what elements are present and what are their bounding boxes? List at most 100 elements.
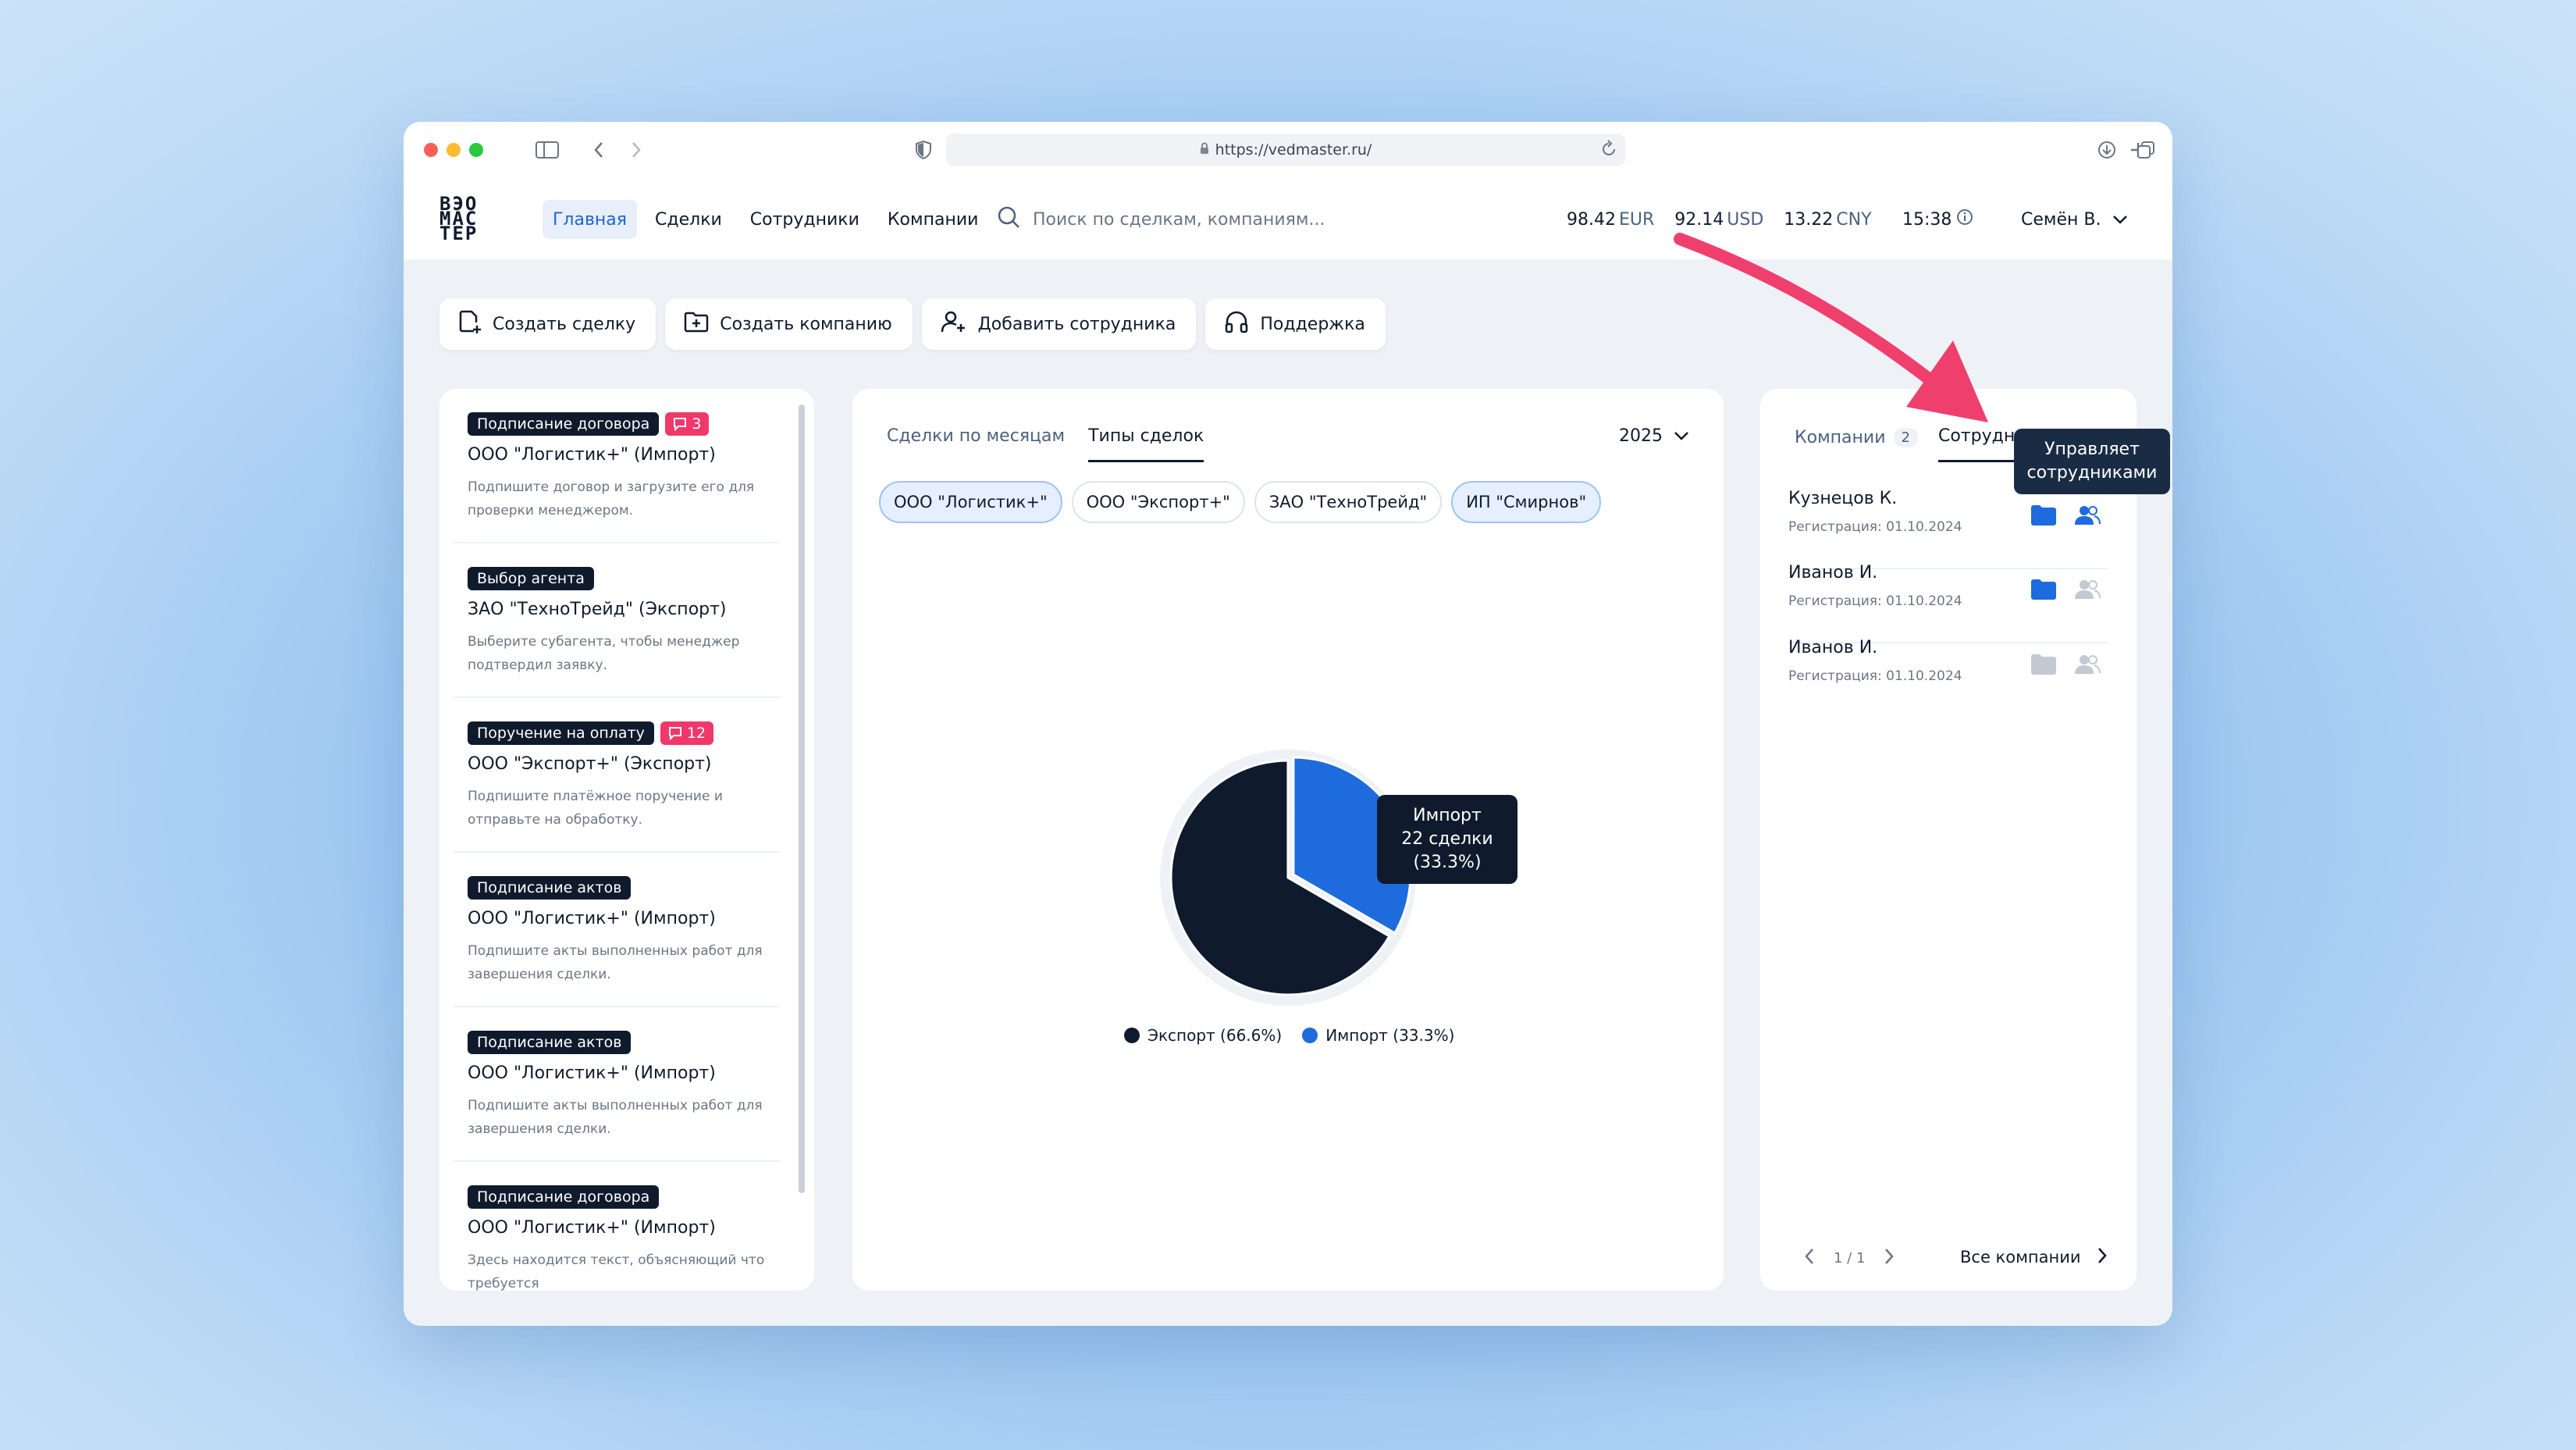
task-tag: Выбор агента <box>468 567 594 590</box>
chevron-down-icon <box>2112 210 2128 230</box>
rate-eur: 98.42 EUR <box>1567 209 1655 230</box>
manage-employees-tooltip: Управляет сотрудниками <box>2014 429 2170 494</box>
task-title: ЗАО "ТехноТрейд" (Экспорт) <box>468 600 727 619</box>
task-description: Подпишите договор и загрузите его для пр… <box>468 479 755 518</box>
task-card[interactable]: Выбор агента ЗАО "ТехноТрейд" (Экспорт) … <box>454 567 780 677</box>
folder-plus-icon <box>684 311 709 337</box>
manage-users-icon[interactable] <box>2074 654 2101 679</box>
chip-company[interactable]: ЗАО "ТехноТрейд" <box>1254 481 1443 523</box>
tab-overview-icon[interactable] <box>2132 136 2160 164</box>
reload-icon[interactable] <box>1600 138 1617 162</box>
chart-tabs: Сделки по месяцам Типы сделок <box>887 426 1204 462</box>
page-indicator: 1 / 1 <box>1834 1250 1866 1267</box>
support-button[interactable]: Поддержка <box>1205 298 1386 350</box>
browser-window: https://vedmaster.ru/ ВЭО МАС ТЕР Главна… <box>404 122 2172 1326</box>
maximize-window-button[interactable] <box>469 143 483 157</box>
back-icon[interactable] <box>585 136 613 164</box>
chevron-left-icon[interactable] <box>1804 1248 1815 1269</box>
chip-company[interactable]: ООО "Логистик+" <box>879 481 1062 523</box>
legend-item-import[interactable]: Импорт (33.3%) <box>1302 1026 1454 1045</box>
logo[interactable]: ВЭО МАС ТЕР <box>439 194 511 243</box>
task-tag: Подписание договора <box>468 1185 660 1209</box>
task-tag: Подписание актов <box>468 876 632 900</box>
task-description: Выберите субагента, чтобы менеджер подтв… <box>468 634 740 673</box>
url-text: https://vedmaster.ru/ <box>1215 141 1372 159</box>
search-input[interactable]: Поиск по сделкам, компаниям... <box>997 200 1325 239</box>
forward-icon[interactable] <box>622 136 650 164</box>
user-menu[interactable]: Семён В. <box>2021 200 2128 239</box>
tab-deal-types[interactable]: Типы сделок <box>1088 426 1204 462</box>
add-employee-button[interactable]: Добавить сотрудника <box>921 298 1197 350</box>
task-description: Здесь находится текст, объясняющий что т… <box>468 1252 765 1291</box>
tasks-scrollbar[interactable] <box>799 404 805 1193</box>
sidebar-toggle-icon[interactable] <box>533 136 561 164</box>
tasks-panel: Подписание договора 3 ООО "Логистик+" (И… <box>439 389 814 1291</box>
search-placeholder: Поиск по сделкам, компаниям... <box>1033 209 1325 230</box>
create-company-button[interactable]: Создать компанию <box>665 298 913 350</box>
headphones-icon <box>1224 310 1249 338</box>
chevron-right-icon[interactable] <box>1884 1248 1895 1269</box>
task-card[interactable]: Поручение на оплату 12 ООО "Экспорт+" (Э… <box>454 721 780 832</box>
shield-icon[interactable] <box>909 136 938 164</box>
lock-icon <box>1200 141 1209 159</box>
main-nav: Главная Сделки Сотрудники Компании <box>543 200 988 239</box>
task-tag: Подписание актов <box>468 1031 632 1054</box>
chip-company[interactable]: ИП "Смирнов" <box>1451 481 1602 523</box>
folder-icon[interactable] <box>2030 654 2057 679</box>
tab-deals-by-month[interactable]: Сделки по месяцам <box>887 426 1065 462</box>
comment-count-badge: 3 <box>665 412 710 436</box>
task-tag: Подписание договора <box>468 412 660 436</box>
employee-row[interactable]: Иванов И. Регистрация: 01.10.2024 <box>1788 563 2108 637</box>
browser-toolbar: https://vedmaster.ru/ <box>404 122 2172 178</box>
folder-icon[interactable] <box>2030 504 2057 529</box>
year-value: 2025 <box>1619 426 1663 446</box>
address-bar[interactable]: https://vedmaster.ru/ <box>946 134 1625 166</box>
company-filter-chips: ООО "Логистик+" ООО "Экспорт+" ЗАО "Техн… <box>879 481 1602 523</box>
create-deal-button[interactable]: Создать сделку <box>439 298 656 350</box>
employee-row[interactable]: Кузнецов К. Регистрация: 01.10.2024 <box>1788 489 2108 563</box>
task-card[interactable]: Подписание актов ООО "Логистик+" (Импорт… <box>454 876 780 986</box>
comment-count-badge: 12 <box>660 721 714 745</box>
minimize-window-button[interactable] <box>447 143 461 157</box>
pie-tooltip: Импорт 22 сделки (33.3%) <box>1377 795 1517 884</box>
user-plus-icon <box>941 310 967 338</box>
all-companies-link[interactable]: Все компании <box>1960 1242 2108 1273</box>
close-window-button[interactable] <box>424 143 438 157</box>
employee-row[interactable]: Иванов И. Регистрация: 01.10.2024 <box>1788 638 2108 712</box>
annotation-arrow <box>1674 233 1988 422</box>
task-card[interactable]: Подписание договора 3 ООО "Логистик+" (И… <box>454 412 780 522</box>
search-icon <box>997 205 1020 233</box>
new-document-icon <box>458 309 482 339</box>
manage-users-icon[interactable] <box>2074 579 2101 604</box>
nav-item-home[interactable]: Главная <box>543 200 638 239</box>
employees-panel: Компании 2 Сотрудни Кузнецов К. Регистра… <box>1760 389 2137 1291</box>
user-name: Семён В. <box>2021 209 2101 230</box>
chart-legend: Экспорт (66.6%) Импорт (33.3%) <box>1124 1026 1454 1045</box>
task-title: ООО "Экспорт+" (Экспорт) <box>468 754 712 774</box>
comment-icon <box>674 418 687 431</box>
pagination: 1 / 1 <box>1804 1248 1895 1269</box>
nav-item-companies[interactable]: Компании <box>877 200 989 239</box>
task-description: Подпишите акты выполненных работ для зав… <box>468 943 763 982</box>
nav-item-deals[interactable]: Сделки <box>645 200 732 239</box>
chevron-right-icon <box>2097 1247 2108 1268</box>
task-title: ООО "Логистик+" (Импорт) <box>468 445 716 465</box>
manage-users-icon[interactable] <box>2074 504 2101 529</box>
legend-swatch <box>1124 1028 1140 1043</box>
task-title: ООО "Логистик+" (Импорт) <box>468 1063 716 1083</box>
deals-chart-panel: Сделки по месяцам Типы сделок 2025 ООО "… <box>852 389 1724 1291</box>
task-description: Подпишите акты выполненных работ для зав… <box>468 1098 763 1137</box>
task-card[interactable]: Подписание договора ООО "Логистик+" (Имп… <box>454 1185 780 1291</box>
task-description: Подпишите платёжное поручение и отправьт… <box>468 789 723 828</box>
comment-icon <box>668 727 681 740</box>
nav-item-employees[interactable]: Сотрудники <box>740 200 870 239</box>
download-icon[interactable] <box>2093 136 2121 164</box>
task-title: ООО "Логистик+" (Импорт) <box>468 909 716 928</box>
legend-swatch <box>1302 1028 1318 1043</box>
folder-icon[interactable] <box>2030 579 2057 604</box>
task-tag: Поручение на оплату <box>468 721 654 745</box>
chip-company[interactable]: ООО "Экспорт+" <box>1071 481 1245 523</box>
task-card[interactable]: Подписание актов ООО "Логистик+" (Импорт… <box>454 1031 780 1141</box>
task-title: ООО "Логистик+" (Импорт) <box>468 1218 716 1238</box>
legend-item-export[interactable]: Экспорт (66.6%) <box>1124 1026 1282 1045</box>
